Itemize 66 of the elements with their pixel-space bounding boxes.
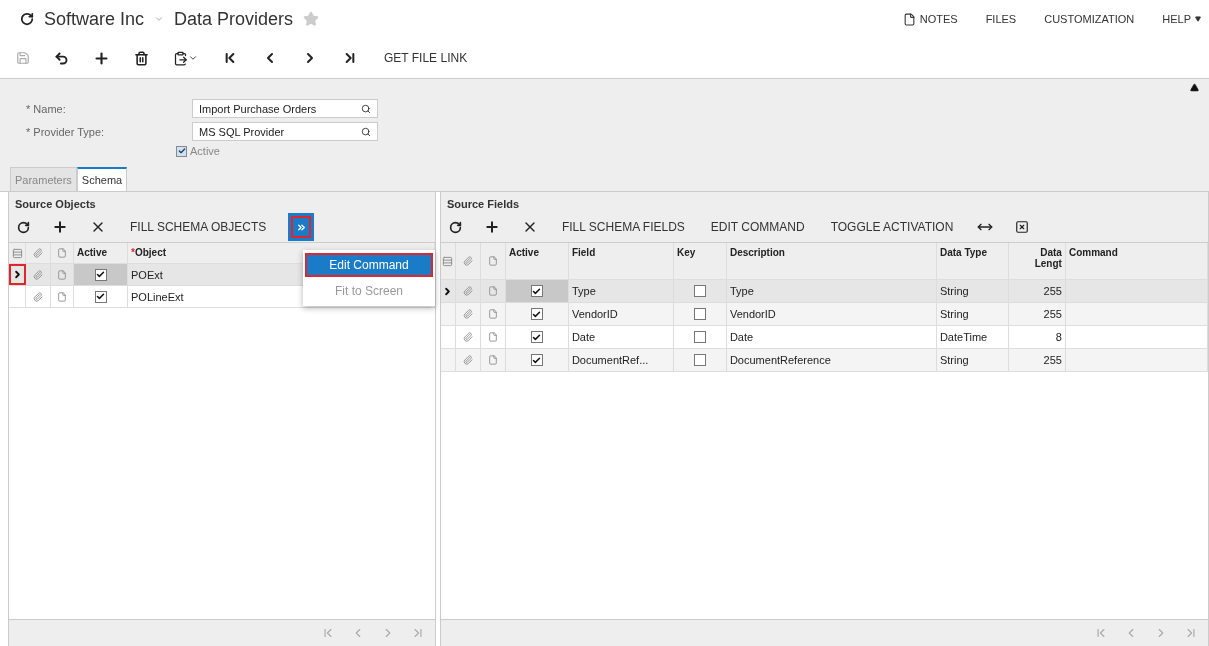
column-header[interactable]: Key (673, 243, 727, 279)
header-link[interactable]: CUSTOMIZATION (1044, 13, 1135, 25)
save-icon[interactable] (14, 49, 32, 67)
header-link[interactable]: HELP (1162, 13, 1201, 25)
more-button[interactable] (288, 213, 315, 241)
column-header[interactable]: Field (568, 243, 674, 279)
checkbox[interactable] (693, 354, 706, 366)
checkbox[interactable] (530, 285, 543, 297)
header-link[interactable]: NOTES (902, 12, 958, 26)
collapse-icon[interactable] (1190, 83, 1199, 92)
table-cell: 8 (1008, 326, 1066, 348)
caret-icon[interactable] (1195, 16, 1201, 22)
table-cell: String (936, 349, 1009, 371)
checkbox[interactable] (94, 290, 107, 303)
toolbar-button[interactable]: EDIT COMMAND (706, 218, 809, 236)
table-cell: DocumentReference (726, 349, 937, 371)
checkbox[interactable] (530, 308, 543, 320)
table-cell: Type (568, 280, 674, 302)
checkbox[interactable] (94, 268, 107, 281)
table-cell: 255 (1008, 349, 1066, 371)
toolbar-button[interactable]: TOGGLE ACTIVATION (826, 218, 958, 236)
table-cell: Date (568, 326, 674, 348)
lookup-field[interactable]: Import Purchase Orders (192, 99, 378, 118)
search-icon[interactable] (361, 103, 371, 114)
table-cell: VendorID (726, 303, 937, 325)
company-name: Software Inc (44, 8, 145, 30)
screen-title: Data Providers (174, 8, 294, 30)
star-icon[interactable] (303, 11, 320, 27)
toolbar-button[interactable]: FILL SCHEMA OBJECTS (126, 218, 271, 236)
menu-item[interactable]: Edit Command (305, 253, 433, 277)
checkbox[interactable] (693, 308, 706, 320)
lookup-field[interactable]: MS SQL Provider (192, 122, 378, 141)
tab[interactable]: Schema (76, 167, 128, 191)
table-cell: DateTime (936, 326, 1009, 348)
panel-title: Source Fields (445, 197, 521, 212)
header-link[interactable]: FILES (985, 13, 1017, 25)
table-cell: VendorID (568, 303, 674, 325)
delete-icon[interactable] (132, 48, 151, 68)
checkbox[interactable] (530, 331, 543, 343)
column-header[interactable]: Command (1065, 243, 1208, 279)
checkbox[interactable] (693, 331, 706, 343)
note-icon[interactable] (902, 12, 916, 26)
column-header[interactable]: Data Type (936, 243, 1009, 279)
table-cell: String (936, 303, 1009, 325)
field-label: * Name: (25, 102, 67, 115)
table-cell: Date (726, 326, 937, 348)
column-header[interactable]: Active (74, 243, 128, 263)
toolbar-button[interactable]: FILL SCHEMA FIELDS (557, 218, 689, 236)
column-header[interactable]: Data Lengt (1008, 243, 1066, 279)
column-header[interactable]: Description (726, 243, 937, 279)
table-cell: 255 (1008, 280, 1066, 302)
table-cell: String (936, 280, 1009, 302)
table-cell: DocumentRef... (568, 349, 674, 371)
panel-title: Source Objects (14, 197, 97, 212)
field-label: * Provider Type: (25, 125, 106, 138)
table-cell: Type (726, 280, 937, 302)
get-file-link-button[interactable]: GET FILE LINK (380, 49, 472, 67)
checkbox[interactable] (693, 285, 706, 297)
active-checkbox[interactable] (176, 145, 187, 157)
table-cell: 255 (1008, 303, 1066, 325)
checkbox-label: Active (190, 145, 220, 157)
refresh-icon[interactable] (20, 12, 34, 26)
column-header[interactable]: Active (505, 243, 569, 279)
search-icon[interactable] (361, 126, 371, 137)
row-indicator-icon[interactable] (9, 264, 26, 285)
checkbox[interactable] (530, 354, 543, 366)
